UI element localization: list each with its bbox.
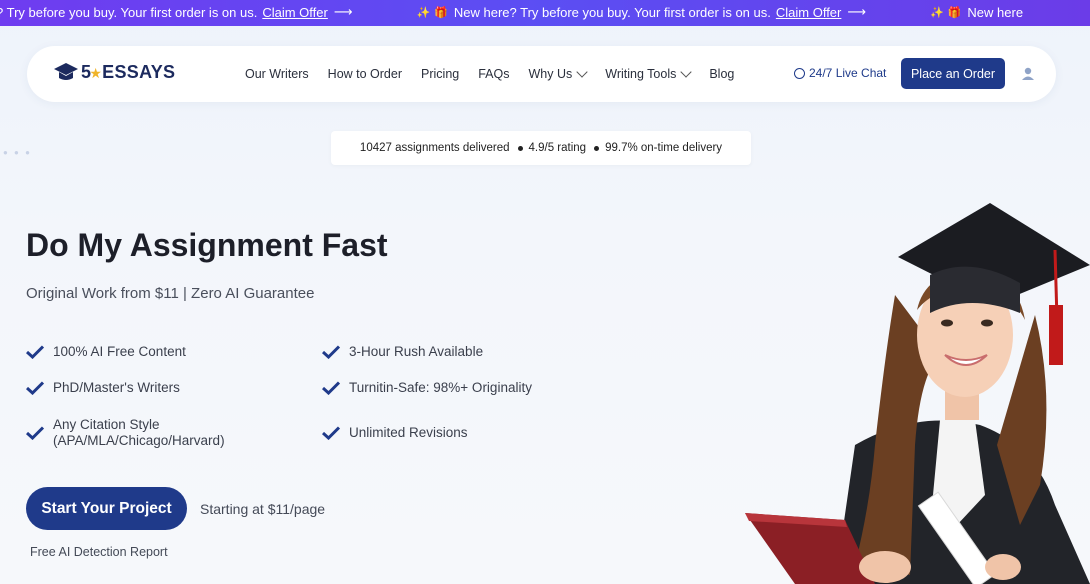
chevron-down-icon (576, 66, 588, 78)
feature-item: Any Citation Style (APA/MLA/Chicago/Harv… (26, 417, 225, 449)
chat-bubble-icon (794, 67, 805, 79)
sparkle-icon: ✨ (930, 6, 944, 19)
promo-text: ? Try before you buy. Your first order i… (0, 4, 258, 20)
feature-item: PhD/Master's Writers (26, 380, 180, 396)
checkmark-icon (26, 426, 44, 440)
arrow-right-icon[interactable]: ⟶ (847, 4, 866, 20)
nav-link-why-us[interactable]: Why Us (529, 66, 588, 81)
claim-offer-link[interactable]: Claim Offer (776, 5, 842, 20)
promo-text: New here? Try before you buy. Your first… (453, 4, 771, 20)
promo-text: New here (967, 4, 1024, 20)
stat-delivered: 10427 assignments delivered (359, 142, 510, 154)
bullet-dot (517, 145, 523, 151)
graduate-student-image (745, 203, 1090, 584)
checkmark-icon (26, 345, 44, 359)
sparkle-icon: ✨ (416, 6, 431, 19)
graduation-cap-icon (54, 63, 78, 80)
live-chat-label: 24/7 Live Chat (809, 66, 887, 80)
gift-icon: 🎁 (947, 6, 962, 19)
user-account-icon[interactable] (1020, 66, 1036, 82)
live-chat-link[interactable]: 24/7 Live Chat (794, 66, 886, 80)
checkmark-icon (26, 381, 44, 395)
nav-link-our-writers[interactable]: Our Writers (245, 67, 309, 81)
main-nav: 5★ESSAYS Our Writers How to Order Pricin… (27, 46, 1056, 102)
nav-links: Our Writers How to Order Pricing FAQs Wh… (245, 66, 753, 81)
feature-item: Unlimited Revisions (322, 425, 468, 441)
start-project-button[interactable]: Start Your Project (26, 487, 187, 530)
nav-link-pricing[interactable]: Pricing (421, 67, 459, 81)
decorative-dots: ● ● ● (3, 148, 32, 157)
logo-text: 5★ESSAYS (81, 61, 176, 82)
stat-ontime: 99.7% on-time delivery (605, 142, 723, 154)
gift-icon: 🎁 (434, 6, 448, 19)
promo-bar: ? Try before you buy. Your first order i… (0, 0, 1090, 26)
nav-link-faqs[interactable]: FAQs (478, 67, 509, 81)
star-icon: ★ (89, 64, 103, 81)
stat-rating: 4.9/5 rating (528, 142, 587, 154)
promo-item: ? Try before you buy. Your first order i… (0, 4, 352, 20)
promo-item: ✨ 🎁 New here (930, 4, 1023, 20)
site-logo[interactable]: 5★ESSAYS (53, 61, 175, 83)
checkmark-icon (322, 426, 340, 440)
hero-title: Do My Assignment Fast (26, 227, 388, 263)
free-ai-report-note: Free AI Detection Report (30, 545, 168, 559)
stats-bar: 10427 assignments delivered 4.9/5 rating… (331, 131, 751, 165)
hero-subtitle: Original Work from $11 | Zero AI Guarant… (26, 285, 315, 302)
nav-link-blog[interactable]: Blog (709, 67, 734, 81)
checkmark-icon (322, 381, 340, 395)
claim-offer-link[interactable]: Claim Offer (262, 5, 328, 20)
feature-item: 100% AI Free Content (26, 344, 186, 360)
starting-price: Starting at $11/page (200, 501, 326, 517)
place-order-button[interactable]: Place an Order (901, 58, 1005, 89)
checkmark-icon (322, 345, 340, 359)
bullet-dot (594, 145, 600, 151)
arrow-right-icon[interactable]: ⟶ (334, 4, 353, 20)
promo-item: ✨ 🎁 New here? Try before you buy. Your f… (416, 4, 866, 20)
feature-item: Turnitin-Safe: 98%+ Originality (322, 380, 532, 396)
chevron-down-icon (680, 66, 693, 78)
nav-link-writing-tools[interactable]: Writing Tools (605, 66, 693, 81)
nav-link-how-to-order[interactable]: How to Order (328, 67, 402, 81)
feature-item: 3-Hour Rush Available (322, 344, 483, 360)
